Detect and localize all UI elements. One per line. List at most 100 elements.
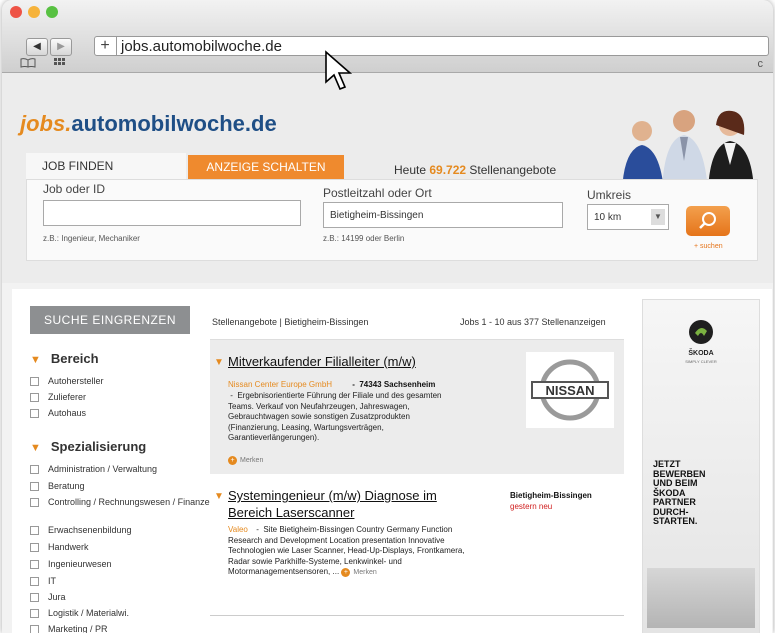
section-title: Spezialisierung xyxy=(50,439,147,454)
checkbox-icon[interactable] xyxy=(30,393,39,403)
book-icon[interactable] xyxy=(20,58,36,71)
checkbox-icon[interactable] xyxy=(30,482,39,492)
site-logo[interactable]: jobs.automobilwoche.de xyxy=(20,111,277,137)
plus-icon: + xyxy=(341,568,351,577)
site-header: jobs.automobilwoche.de JOB FINDEN ANZEIG… xyxy=(2,73,773,283)
filter-checkbox[interactable]: Beratung xyxy=(30,481,85,492)
save-button[interactable]: + Merken xyxy=(228,456,263,465)
filter-label: Marketing / PR xyxy=(48,624,108,633)
job-listing[interactable]: ▼ Mitverkaufender Filialleiter (m/w) Nis… xyxy=(210,339,624,474)
filter-checkbox[interactable]: Controlling / Rechnungswesen / Finanzen xyxy=(30,497,219,508)
job-location-text: 74343 Sachsenheim xyxy=(359,380,436,389)
checkbox-icon[interactable] xyxy=(30,577,39,587)
plus-icon: + xyxy=(228,456,237,465)
skoda-ad[interactable]: ŠKODA SIMPLY CLEVER JETZT BEWERBEN UND B… xyxy=(642,299,760,633)
company-logo[interactable]: NISSAN xyxy=(526,352,614,428)
browser-toolbar: ◀ ▶ jobs.automobilwoche.de + c xyxy=(2,0,773,73)
filter-label: Controlling / Rechnungswesen / Finanzen xyxy=(48,497,215,507)
filter-checkbox[interactable]: Zulieferer xyxy=(30,392,86,403)
checkbox-icon[interactable] xyxy=(30,625,39,633)
job-description-text: Ergebnisorientierte Führung der Filiale … xyxy=(228,391,442,442)
job-input[interactable] xyxy=(43,200,301,226)
filter-label: Beratung xyxy=(48,481,85,491)
ad-headline: JETZT BEWERBEN UND BEIM ŠKODA PARTNER DU… xyxy=(653,459,706,527)
location-hint: z.B.: 14199 oder Berlin xyxy=(323,234,405,243)
logo-prefix: jobs. xyxy=(20,111,72,136)
add-bookmark-icon[interactable]: + xyxy=(94,36,117,56)
filter-checkbox[interactable]: Handwerk xyxy=(30,542,89,553)
search-panel: Job oder ID z.B.: Ingenieur, Mechaniker … xyxy=(26,179,758,261)
radius-select[interactable]: 10 km ▼ xyxy=(587,204,669,230)
filter-checkbox[interactable]: Marketing / PR xyxy=(30,624,108,633)
forward-icon[interactable]: ▶ xyxy=(50,38,72,56)
filter-checkbox[interactable]: Autohersteller xyxy=(30,376,104,387)
filter-label: Logistik / Materialwi. xyxy=(48,608,130,618)
checkbox-icon[interactable] xyxy=(30,526,39,536)
search-icon xyxy=(699,212,716,229)
search-hint[interactable]: + suchen xyxy=(694,243,723,250)
checkbox-icon[interactable] xyxy=(30,498,39,508)
job-location: Bietigheim-Bissingen xyxy=(510,491,592,500)
filter-checkbox[interactable]: Ingenieurwesen xyxy=(30,559,112,570)
chevron-down-icon: ▼ xyxy=(651,209,665,225)
filter-label: Ingenieurwesen xyxy=(48,559,112,569)
job-location: - 74343 Sachsenheim xyxy=(350,380,436,389)
job-date: gestern neu xyxy=(510,502,553,511)
checkbox-icon[interactable] xyxy=(30,593,39,603)
filter-checkbox[interactable]: Administration / Verwaltung xyxy=(30,464,157,475)
filter-label: Erwachsenenbildung xyxy=(48,525,132,535)
job-description: - Ergebnisorientierte Führung der Filial… xyxy=(228,391,442,442)
triangle-down-icon: ▼ xyxy=(30,354,41,366)
zoom-window-button[interactable] xyxy=(46,6,58,18)
logo-main: automobilwoche.de xyxy=(71,111,277,136)
job-title-link[interactable]: Systemingenieur (m/w) Diagnose im Bereic… xyxy=(228,487,478,521)
web-page: jobs.automobilwoche.de JOB FINDEN ANZEIG… xyxy=(2,73,773,633)
count-suffix: Stellenangebote xyxy=(466,163,557,177)
save-label: Merken xyxy=(240,457,264,464)
radius-label: Umkreis xyxy=(587,188,631,202)
job-title-link[interactable]: Mitverkaufender Filialleiter (m/w) xyxy=(228,354,416,369)
reload-icon[interactable]: c xyxy=(758,58,764,70)
filter-label: Autohersteller xyxy=(48,376,104,386)
company-link[interactable]: Nissan Center Europe GmbH xyxy=(228,380,332,389)
address-bar[interactable]: jobs.automobilwoche.de xyxy=(94,36,769,56)
filter-label: Administration / Verwaltung xyxy=(48,464,158,474)
location-label: Postleitzahl oder Ort xyxy=(323,186,432,200)
filter-header: SUCHE EINGRENZEN xyxy=(30,306,190,334)
checkbox-icon[interactable] xyxy=(30,543,39,553)
filter-checkbox[interactable]: Logistik / Materialwi. xyxy=(30,608,129,619)
section-title: Bereich xyxy=(50,351,99,366)
ad-line: STARTEN. xyxy=(653,516,698,526)
grid-icon[interactable] xyxy=(54,58,66,71)
location-input[interactable]: Bietigheim-Bissingen xyxy=(323,202,563,228)
section-bereich[interactable]: ▼ Bereich xyxy=(30,351,99,366)
tab-job-finden[interactable]: JOB FINDEN xyxy=(26,153,186,179)
job-listing[interactable]: ▼ Systemingenieur (m/w) Diagnose im Bere… xyxy=(210,485,624,616)
checkbox-icon[interactable] xyxy=(30,409,39,419)
save-label: Merken xyxy=(353,569,377,576)
search-button[interactable] xyxy=(686,206,730,236)
ad-brand-sub: SIMPLY CLEVER xyxy=(685,359,717,364)
checkbox-icon[interactable] xyxy=(30,609,39,619)
radius-value: 10 km xyxy=(594,212,622,223)
minimize-window-button[interactable] xyxy=(28,6,40,18)
checkbox-icon[interactable] xyxy=(30,465,39,475)
tab-anzeige-schalten[interactable]: ANZEIGE SCHALTEN xyxy=(188,155,344,179)
count-number: 69.722 xyxy=(429,163,467,177)
mouse-pointer-icon xyxy=(325,50,353,91)
url-text: jobs.automobilwoche.de xyxy=(121,38,282,55)
ad-image xyxy=(647,568,755,628)
filter-label: Zulieferer xyxy=(48,392,87,402)
filter-checkbox[interactable]: Jura xyxy=(30,592,66,603)
filter-checkbox[interactable]: Autohaus xyxy=(30,408,86,419)
checkbox-icon[interactable] xyxy=(30,377,39,387)
triangle-down-icon: ▼ xyxy=(214,491,224,502)
section-spezialisierung[interactable]: ▼ Spezialisierung xyxy=(30,439,146,454)
filter-checkbox[interactable]: Erwachsenenbildung xyxy=(30,525,132,536)
checkbox-icon[interactable] xyxy=(30,560,39,570)
back-icon[interactable]: ◀ xyxy=(26,38,48,56)
save-button[interactable]: + Merken xyxy=(341,568,377,577)
close-window-button[interactable] xyxy=(10,6,22,18)
job-label: Job oder ID xyxy=(43,182,106,196)
filter-checkbox[interactable]: IT xyxy=(30,576,56,587)
